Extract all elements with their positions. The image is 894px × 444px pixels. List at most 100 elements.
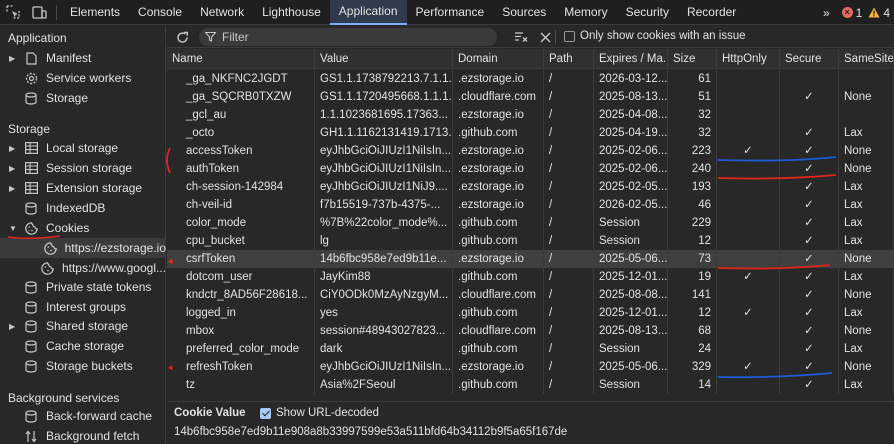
column-header-httponly[interactable]: HttpOnly xyxy=(717,49,780,69)
table-cell: ✓ xyxy=(780,376,839,394)
column-header-secure[interactable]: Secure xyxy=(780,49,839,69)
column-header-samesite[interactable]: SameSite xyxy=(839,49,894,69)
tab-recorder[interactable]: Recorder xyxy=(678,0,745,25)
table-row[interactable]: dotcom_user JayKim88 .github.com/2025-12-0… xyxy=(167,268,894,286)
sidebar-item-background-fetch[interactable]: Background fetch xyxy=(0,426,166,444)
table-row[interactable]: ch-veil-id f7b15519-737b-4375-... .ezstora… xyxy=(167,196,894,214)
database-icon xyxy=(24,409,38,423)
tab-sources[interactable]: Sources xyxy=(493,0,555,25)
table-cell: 2025-05-06... xyxy=(594,358,668,376)
column-header-domain[interactable]: Domain xyxy=(453,49,544,69)
table-cell xyxy=(780,70,839,88)
collapse-arrow-icon[interactable]: ▼ xyxy=(9,224,18,233)
table-row[interactable]: _ga_SQCRB0TXZW GS1.1.1720495668.1.1.1....… xyxy=(167,88,894,106)
table-row[interactable]: preferred_color_mode dark .github.com / Sess… xyxy=(167,340,894,358)
expand-arrow-icon[interactable]: ▶ xyxy=(9,54,18,63)
only-issue-checkbox[interactable] xyxy=(564,30,575,42)
sidebar-item-extension-storage[interactable]: ▶ Extension storage xyxy=(0,178,166,198)
clear-filtered-icon[interactable] xyxy=(513,29,529,45)
table-row[interactable]: mbox session#48943027823... .cloudflare.co… xyxy=(167,322,894,340)
tab-security[interactable]: Security xyxy=(617,0,678,25)
column-header-path[interactable]: Path xyxy=(544,49,594,69)
table-cell: 14b6fbc958e7ed9b11e... xyxy=(315,250,453,268)
column-header-value[interactable]: Value xyxy=(315,49,453,69)
tab-lighthouse[interactable]: Lighthouse xyxy=(253,0,330,25)
tab-network[interactable]: Network xyxy=(191,0,253,25)
more-tabs-button[interactable]: » xyxy=(817,0,836,25)
expand-arrow-icon[interactable]: ▶ xyxy=(9,144,18,153)
table-cell: ✓ xyxy=(780,142,839,160)
table-cell: / xyxy=(544,178,594,196)
tab-performance[interactable]: Performance xyxy=(407,0,494,25)
table-cell xyxy=(717,286,780,304)
table-cell: 2026-03-12... xyxy=(594,70,668,88)
column-header-expires-ma[interactable]: Expires / Ma... xyxy=(594,49,668,69)
column-header-name[interactable]: Name xyxy=(167,49,315,69)
table-row[interactable]: _octo GH1.1.1162131419.1713... .github.com… xyxy=(167,124,894,142)
table-cell: ✓ xyxy=(717,304,780,322)
table-row[interactable]: _ga_NKFNC2JGDT GS1.1.1738792213.7.1.1....… xyxy=(167,70,894,88)
only-issue-toggle[interactable]: Only show cookies with an issue xyxy=(564,30,746,42)
table-row[interactable]: csrfToken 14b6fbc958e7ed9b11e... .ezstorag… xyxy=(167,250,894,268)
sidebar-item-cookie-origin-google[interactable]: https://www.googl... xyxy=(0,258,166,278)
database-icon xyxy=(24,280,38,294)
table-grid-icon xyxy=(24,181,38,195)
filter-input[interactable] xyxy=(222,30,472,44)
tab-console[interactable]: Console xyxy=(129,0,191,25)
table-row[interactable]: _gcl_au 1.1.1023681695.17363... .ezstorage… xyxy=(167,106,894,124)
table-cell: Session xyxy=(594,376,668,394)
tab-application[interactable]: Application xyxy=(329,0,407,25)
sidebar-item-storage[interactable]: Storage xyxy=(0,88,166,108)
sidebar-item-session-storage[interactable]: ▶ Session storage xyxy=(0,158,166,178)
show-url-decoded-checkbox[interactable] xyxy=(260,407,271,419)
tab-elements[interactable]: Elements xyxy=(61,0,129,25)
error-count-badge[interactable]: × 1 xyxy=(841,5,863,20)
column-header-size[interactable]: Size xyxy=(668,49,717,69)
sidebar-item-cookies[interactable]: ▼ Cookies xyxy=(0,218,166,238)
table-cell: 1.1.1023681695.17363... xyxy=(315,106,453,124)
show-url-decoded-toggle[interactable]: Show URL-decoded xyxy=(260,407,379,419)
table-cell: ch-veil-id xyxy=(167,196,315,214)
device-toolbar-icon[interactable] xyxy=(26,0,52,25)
table-cell: refreshToken xyxy=(167,358,315,376)
table-row[interactable]: kndctr_8AD56F28618... CiY0ODk0MzAyNzgyM..… xyxy=(167,286,894,304)
sidebar-item-storage-buckets[interactable]: Storage buckets xyxy=(0,356,166,376)
sidebar-item-interest-groups[interactable]: Interest groups xyxy=(0,297,166,317)
table-row[interactable]: tz Asia%2FSeoul .github.com / Session 14 ✓ Lax xyxy=(167,376,894,394)
inspect-element-icon[interactable] xyxy=(0,0,26,25)
table-cell: / xyxy=(544,160,594,178)
sidebar-item-shared-storage[interactable]: ▶ Shared storage xyxy=(0,316,166,336)
table-row[interactable]: ch-session-142984 eyJhbGciOiJIUzI1NiJ9...… xyxy=(167,178,894,196)
table-cell xyxy=(717,232,780,250)
sidebar-item-service-workers[interactable]: Service workers xyxy=(0,68,166,88)
table-row[interactable]: color_mode %7B%22color_mode%... .github.co… xyxy=(167,214,894,232)
table-row[interactable]: cpu_bucket lg .github.com / Session 12 ✓ Lax xyxy=(167,232,894,250)
sidebar-item-indexeddb[interactable]: IndexedDB xyxy=(0,198,166,218)
table-row[interactable]: accessToken eyJhbGciOiJIUzI1NiIsIn... .ezs… xyxy=(167,142,894,160)
table-cell: Lax xyxy=(839,232,894,250)
refresh-icon[interactable] xyxy=(174,29,190,45)
table-cell: 240 xyxy=(668,160,717,178)
sidebar-item-back-forward-cache[interactable]: Back-forward cache xyxy=(0,406,166,426)
table-row[interactable]: logged_in yes .github.com/2025-12-01... 12 ✓… xyxy=(167,304,894,322)
expand-arrow-icon[interactable]: ▶ xyxy=(9,184,18,193)
cookie-value-text[interactable]: 14b6fbc958e7ed9b11e908a8b33997599e53a511… xyxy=(174,426,567,438)
table-row[interactable]: authToken eyJhbGciOiJIUzI1NiIsIn... .ezsto… xyxy=(167,160,894,178)
table-cell: .ezstorage.io xyxy=(453,106,544,124)
tab-memory[interactable]: Memory xyxy=(555,0,616,25)
sidebar-item-local-storage[interactable]: ▶ Local storage xyxy=(0,138,166,158)
sidebar-item-private-state-tokens[interactable]: Private state tokens xyxy=(0,277,166,297)
sidebar-item-cookie-origin-ezstorage[interactable]: https://ezstorage.io xyxy=(0,238,166,258)
delete-close-icon[interactable] xyxy=(537,29,553,45)
warning-count-badge[interactable]: 4 xyxy=(868,6,890,20)
expand-arrow-icon[interactable]: ▶ xyxy=(9,322,18,331)
table-cell: csrfToken xyxy=(167,250,315,268)
error-count: 1 xyxy=(855,5,863,20)
expand-arrow-icon[interactable]: ▶ xyxy=(9,164,18,173)
table-row[interactable]: refreshToken eyJhbGciOiJIUzI1NiIsIn... .ez… xyxy=(167,358,894,376)
sidebar-item-manifest[interactable]: ▶ Manifest xyxy=(0,48,166,68)
table-cell: ✓ xyxy=(780,358,839,376)
table-cell: / xyxy=(544,358,594,376)
sidebar-item-cache-storage[interactable]: Cache storage xyxy=(0,336,166,356)
topbar-right: » × 1 4 xyxy=(817,0,894,25)
